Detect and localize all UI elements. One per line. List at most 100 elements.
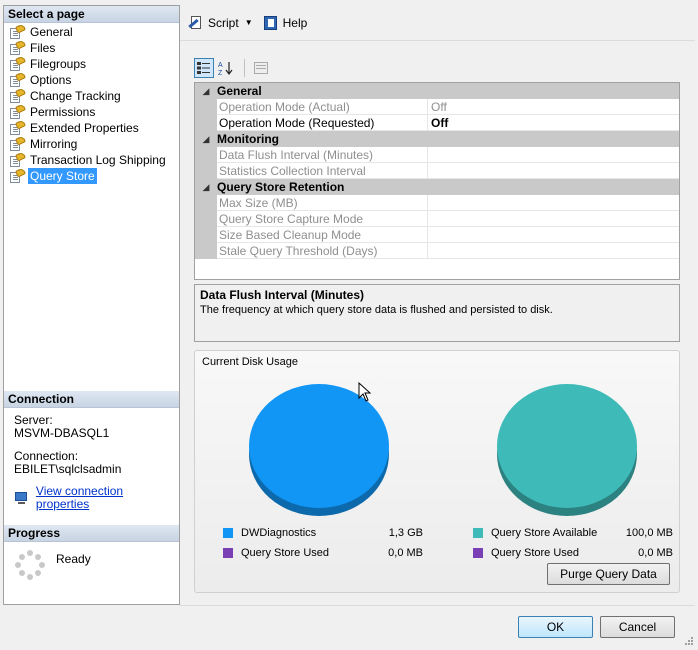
description-text: The frequency at which query store data … [200, 304, 553, 316]
collapse-triangle-icon[interactable]: ◢ [195, 83, 217, 99]
row-margin [195, 227, 217, 243]
property-value [428, 211, 679, 227]
pie-slice-query-store-available [497, 384, 637, 508]
category-monitoring[interactable]: ◢ Monitoring [195, 131, 679, 147]
toolbar: Script ▼ Help [180, 5, 695, 41]
spinner-dot [27, 574, 33, 580]
property-value[interactable]: Off [428, 115, 679, 131]
property-row[interactable]: Stale Query Threshold (Days) [195, 243, 679, 259]
connection-properties-icon [14, 491, 30, 505]
property-name: Size Based Cleanup Mode [217, 227, 428, 243]
spinner-dot [35, 570, 42, 577]
legend-swatch [223, 528, 233, 538]
page-item-label: Mirroring [30, 137, 78, 151]
page-item-permissions[interactable]: Permissions [4, 103, 179, 120]
page-list: General Files Filegroups Options Change Trac… [4, 23, 179, 184]
page-item-filegroups[interactable]: Filegroups [4, 55, 179, 72]
property-value [428, 195, 679, 211]
legend-value: 0,0 MB [388, 547, 423, 559]
property-name: Stale Query Threshold (Days) [217, 243, 428, 259]
left-pane: Select a page General Files Filegroups Opti… [3, 5, 180, 605]
property-row[interactable]: Operation Mode (Requested) Off [195, 115, 679, 131]
legend-item: Query Store Used 0,0 MB [223, 547, 423, 559]
page-item-label: Options [30, 73, 72, 87]
category-general[interactable]: ◢ General [195, 83, 679, 99]
mouse-cursor-icon [358, 382, 372, 402]
categorized-view-button[interactable] [194, 58, 214, 78]
category-name: Query Store Retention [217, 180, 345, 194]
property-row[interactable]: Query Store Capture Mode [195, 211, 679, 227]
property-value [428, 163, 679, 179]
script-button[interactable]: Script ▼ [188, 13, 257, 33]
page-wrench-icon [8, 167, 27, 183]
page-wrench-icon [8, 103, 27, 119]
page-item-extended-properties[interactable]: Extended Properties [4, 119, 179, 136]
alphabetical-sort-button[interactable]: A Z [216, 58, 236, 78]
view-connection-properties-link[interactable]: View connection properties [36, 485, 179, 511]
progress-header: Progress [4, 525, 179, 542]
disk-usage-panel: Current Disk Usage DWDiagnostics 1,3 GB Qu… [194, 350, 680, 593]
property-row[interactable]: Max Size (MB) [195, 195, 679, 211]
property-value: Off [428, 99, 679, 115]
property-pages-icon [254, 62, 268, 74]
progress-section: Progress Ready [4, 525, 179, 581]
legend-label: Query Store Available [491, 527, 598, 539]
category-name: General [217, 84, 262, 98]
page-item-change-tracking[interactable]: Change Tracking [4, 87, 179, 104]
legend-value: 1,3 GB [388, 527, 423, 539]
disk-usage-pie-charts [249, 384, 637, 516]
property-name: Query Store Capture Mode [217, 211, 428, 227]
ok-button[interactable]: OK [518, 616, 593, 638]
page-wrench-icon [8, 39, 27, 55]
property-grid-toolbar: A Z [194, 57, 273, 79]
property-grid: ◢ General Operation Mode (Actual) Off Operat… [194, 82, 680, 280]
script-icon [188, 15, 204, 31]
page-item-query-store[interactable]: Query Store [4, 167, 179, 184]
category-query-store-retention[interactable]: ◢ Query Store Retention [195, 179, 679, 195]
page-wrench-icon [8, 151, 27, 167]
property-row[interactable]: Size Based Cleanup Mode [195, 227, 679, 243]
purge-query-data-button[interactable]: Purge Query Data [547, 563, 670, 585]
property-name: Operation Mode (Requested) [217, 115, 428, 131]
help-book-icon [263, 15, 279, 31]
spinner-dot [18, 553, 25, 560]
page-item-label: General [30, 25, 73, 39]
page-item-transaction-log-shipping[interactable]: Transaction Log Shipping [4, 151, 179, 168]
row-margin [195, 211, 217, 227]
script-label: Script [208, 15, 239, 30]
legend-swatch [473, 548, 483, 558]
resize-grip-icon[interactable] [683, 635, 693, 645]
category-name: Monitoring [217, 132, 279, 146]
collapse-triangle-icon[interactable]: ◢ [195, 179, 217, 195]
connection-value: EBILET\sqlclsadmin [14, 462, 122, 476]
progress-status: Ready [56, 552, 91, 566]
property-row[interactable]: Data Flush Interval (Minutes) [195, 147, 679, 163]
property-value [428, 243, 679, 259]
row-margin [195, 163, 217, 179]
legend-label: Query Store Used [491, 547, 580, 559]
collapse-triangle-icon[interactable]: ◢ [195, 131, 217, 147]
page-item-mirroring[interactable]: Mirroring [4, 135, 179, 152]
script-dropdown-arrow-icon[interactable]: ▼ [245, 18, 253, 27]
property-row[interactable]: Operation Mode (Actual) Off [195, 99, 679, 115]
legend-label: DWDiagnostics [241, 527, 317, 539]
page-item-general[interactable]: General [4, 23, 179, 40]
property-value [428, 147, 679, 163]
page-item-label: Extended Properties [30, 121, 139, 135]
property-row[interactable]: Statistics Collection Interval [195, 163, 679, 179]
select-page-header: Select a page [4, 6, 179, 23]
progress-spinner-icon [14, 549, 46, 581]
help-button[interactable]: Help [263, 13, 307, 33]
legend-item: Query Store Available 100,0 MB [473, 527, 673, 539]
page-item-files[interactable]: Files [4, 39, 179, 56]
cancel-button[interactable]: Cancel [600, 616, 675, 638]
page-item-label: Change Tracking [30, 89, 121, 103]
spinner-dot [15, 562, 21, 568]
property-pages-button[interactable] [251, 58, 271, 78]
page-wrench-icon [8, 135, 27, 151]
page-item-options[interactable]: Options [4, 71, 179, 88]
page-item-label: Transaction Log Shipping [30, 153, 166, 167]
categorized-icon [197, 62, 210, 74]
view-connection-properties[interactable]: View connection properties [14, 485, 179, 511]
spinner-dot [39, 562, 45, 568]
